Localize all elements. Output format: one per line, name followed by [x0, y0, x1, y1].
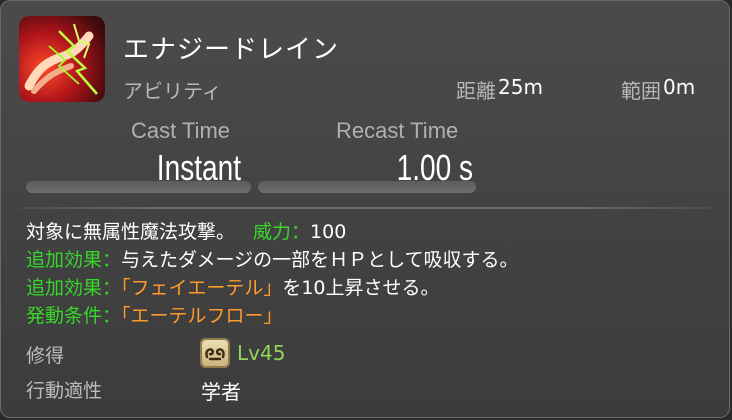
divider — [21, 207, 711, 209]
additional-effect-text: を10上昇させる。 — [282, 277, 440, 299]
recast-time-header: Recast Time — [336, 118, 459, 143]
range-label: 距離 — [456, 79, 496, 103]
additional-effect-label: 追加効果： — [26, 277, 122, 299]
description-line-4: 発動条件：「エーテルフロー」 — [26, 301, 283, 328]
energy-drain-icon — [19, 16, 105, 102]
requirement-label: 発動条件： — [26, 305, 122, 327]
acquired-label: 修得 — [26, 345, 65, 367]
additional-effect-text: 与えたダメージの一部をＨＰとして吸収する。 — [121, 249, 519, 271]
description-text: 対象に無属性魔法攻撃。 — [26, 221, 236, 243]
description-line-2: 追加効果：与えたダメージの一部をＨＰとして吸収する。 — [26, 245, 519, 272]
requirement-highlight: 「エーテルフロー」 — [121, 305, 283, 327]
class-label: 行動適性 — [26, 380, 103, 402]
cast-time-bar — [26, 181, 251, 193]
class-value: 学者 — [201, 380, 241, 404]
required-level: Lv45 — [237, 341, 286, 365]
recast-time-bar — [258, 181, 476, 193]
potency-label: 威力： — [253, 221, 311, 243]
scholar-job-icon — [200, 338, 230, 368]
potency-value: 100 — [310, 221, 347, 243]
action-name: エナジードレイン — [123, 35, 340, 65]
action-category: アビリティ — [123, 79, 222, 103]
action-tooltip: エナジードレイン アビリティ 距離 25m 範囲 0m Cast Time In… — [0, 0, 730, 418]
description-line-1: 対象に無属性魔法攻撃。 威力：100 — [26, 217, 346, 244]
additional-effect-label: 追加効果： — [26, 249, 122, 271]
radius-value: 0m — [663, 75, 696, 99]
description-line-3: 追加効果：「フェイエーテル」を10上昇させる。 — [26, 273, 440, 300]
radius-label: 範囲 — [621, 79, 661, 103]
status-highlight: 「フェイエーテル」 — [121, 277, 283, 299]
range-value: 25m — [498, 75, 543, 99]
cast-time-header: Cast Time — [131, 118, 231, 143]
